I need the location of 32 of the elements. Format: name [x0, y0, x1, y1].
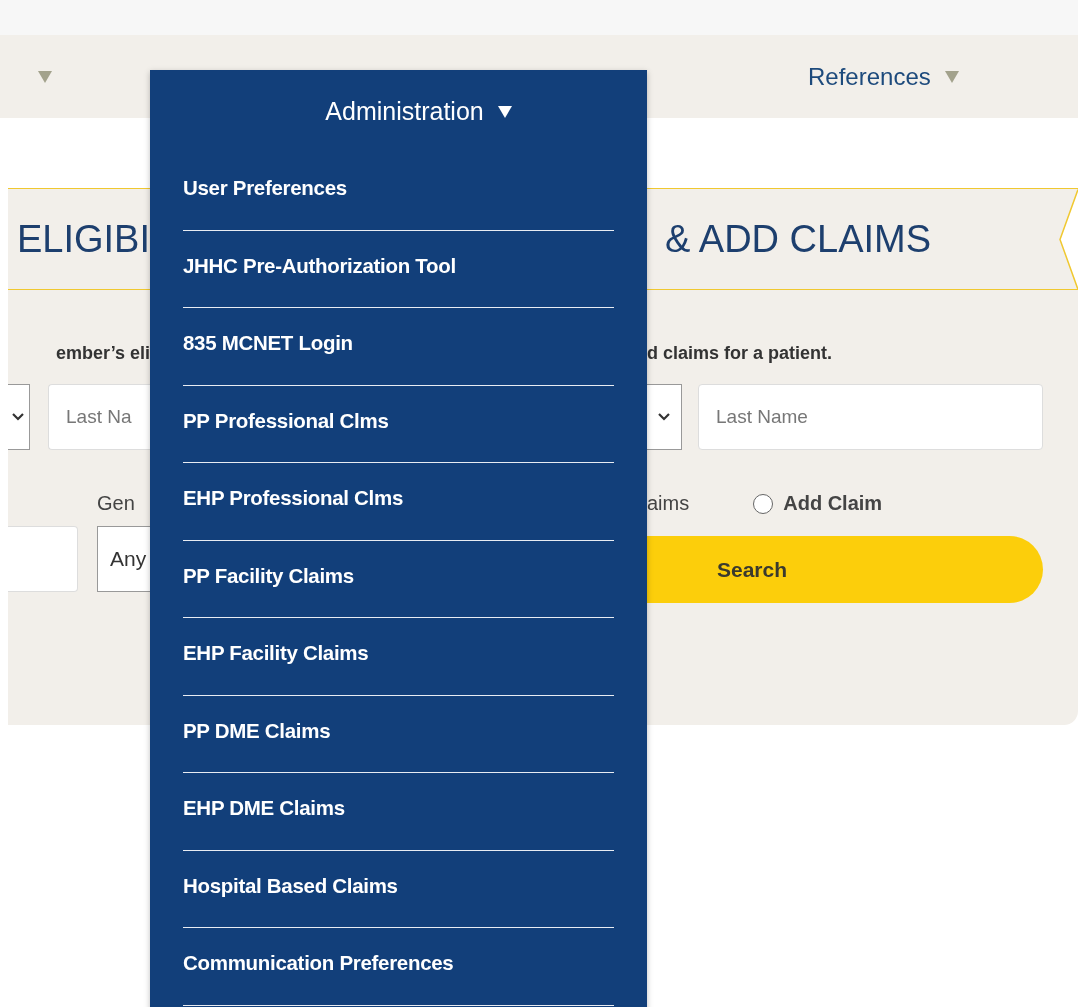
menu-item[interactable]: User Preferences — [183, 176, 347, 201]
input-field[interactable] — [8, 526, 78, 592]
menu-item[interactable]: EHP Facility Claims — [183, 641, 369, 666]
menu-item[interactable]: Hospital Based Claims — [183, 873, 398, 898]
select-field[interactable] — [8, 384, 30, 450]
intro-text: ember’s eli — [54, 343, 150, 365]
menu-item[interactable]: PP Professional Clms — [183, 408, 389, 433]
option-label: aims — [647, 492, 690, 515]
gender-select[interactable]: Any — [97, 526, 150, 592]
caret-down-icon — [944, 70, 959, 83]
radio-label: Add Claim — [783, 492, 883, 515]
menu-item[interactable]: 835 MCNET Login — [183, 331, 353, 356]
last-name-field[interactable]: Last Na — [48, 384, 150, 450]
menu-item[interactable]: JHHC Pre-Authorization Tool — [183, 253, 456, 278]
radio-button[interactable] — [753, 493, 774, 514]
administration-menu[interactable]: Administration — [150, 70, 647, 153]
menu-item[interactable]: PP Facility Claims — [183, 563, 354, 588]
chevron-down-icon — [658, 413, 670, 421]
banner-title: ELIGIBI — [15, 217, 150, 261]
menu-item[interactable]: PP DME Claims — [183, 718, 331, 743]
banner-title: & ADD CLAIMS — [664, 217, 933, 261]
references-menu[interactable]: References — [808, 62, 931, 91]
menu-item[interactable]: EHP DME Claims — [183, 796, 345, 821]
search-button[interactable]: Search — [647, 536, 1043, 603]
gender-label: Gen — [97, 492, 135, 515]
intro-text: d claims for a patient. — [647, 343, 834, 365]
caret-down-icon — [38, 70, 52, 83]
menu-item[interactable]: Communication Preferences — [183, 951, 454, 976]
menu-item[interactable]: EHP Professional Clms — [183, 486, 404, 511]
last-name-field[interactable]: Last Name — [698, 384, 1043, 450]
chevron-down-icon — [12, 413, 24, 421]
select-field[interactable] — [647, 384, 682, 450]
